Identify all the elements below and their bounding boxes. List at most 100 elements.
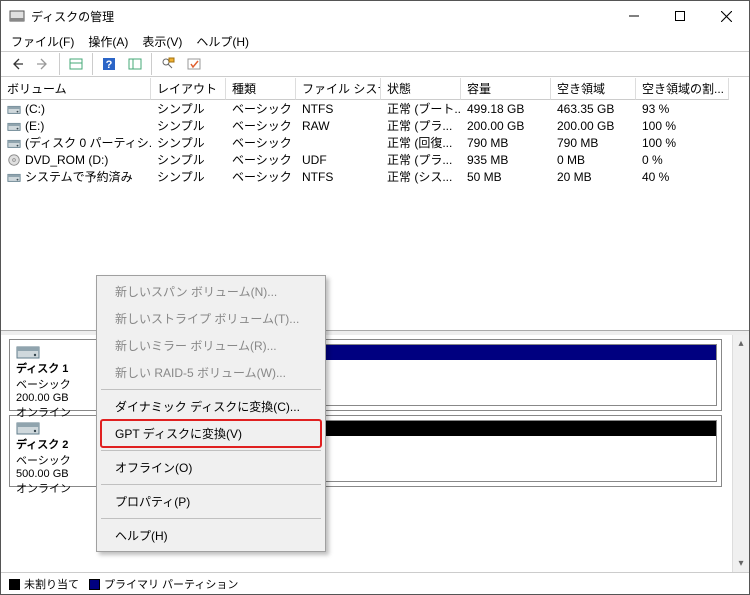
volume-status: 正常 (プラ... — [381, 117, 461, 134]
disk-size: 200.00 GB — [16, 392, 94, 404]
disk-state: オンライン — [16, 480, 94, 496]
volume-fs: RAW — [296, 119, 381, 133]
volume-layout: シンプル — [151, 100, 226, 117]
col-volume[interactable]: ボリューム — [1, 78, 151, 100]
context-menu-item[interactable]: プロパティ(P) — [99, 488, 323, 515]
volume-header: ボリューム レイアウト 種類 ファイル システム 状態 容量 空き領域 空き領域… — [1, 77, 749, 100]
context-menu-item[interactable]: ダイナミック ディスクに変換(C)... — [99, 393, 323, 420]
scroll-down-icon[interactable]: ▾ — [733, 555, 749, 572]
context-menu-item[interactable]: GPT ディスクに変換(V) — [99, 420, 323, 447]
legend-primary: プライマリ パーティション — [89, 576, 238, 592]
menu-separator — [101, 518, 321, 519]
volume-pct: 100 % — [636, 136, 729, 150]
volume-name: (E:) — [25, 119, 44, 133]
volume-status: 正常 (ブート... — [381, 100, 461, 117]
disk-icon — [16, 420, 40, 436]
volume-capacity: 200.00 GB — [461, 119, 551, 133]
volume-status: 正常 (プラ... — [381, 151, 461, 168]
disk-info: ディスク 2ベーシック500.00 GBオンライン — [10, 416, 100, 486]
drive-icon — [7, 136, 21, 150]
context-menu-item: 新しいストライプ ボリューム(T)... — [99, 305, 323, 332]
legend-unalloc: 未割り当て — [9, 576, 79, 592]
volume-status: 正常 (シス... — [381, 168, 461, 185]
svg-text:?: ? — [106, 59, 113, 71]
col-layout[interactable]: レイアウト — [151, 78, 226, 100]
menu-action[interactable]: 操作(A) — [82, 32, 134, 51]
scroll-up-icon[interactable]: ▴ — [733, 335, 749, 352]
volume-layout: シンプル — [151, 151, 226, 168]
volume-free: 790 MB — [551, 136, 636, 150]
context-menu: 新しいスパン ボリューム(N)...新しいストライプ ボリューム(T)... 新し… — [96, 275, 326, 552]
volume-row[interactable]: DVD_ROM (D:)シンプルベーシックUDF正常 (プラ...935 MB0… — [1, 151, 749, 168]
volume-capacity: 935 MB — [461, 153, 551, 167]
col-capacity[interactable]: 容量 — [461, 78, 551, 100]
volume-free: 0 MB — [551, 153, 636, 167]
disk-kind: ベーシック — [16, 452, 94, 468]
view-pane-button[interactable] — [64, 53, 88, 75]
help-button[interactable]: ? — [97, 53, 121, 75]
context-menu-item: 新しい RAID-5 ボリューム(W)... — [99, 359, 323, 386]
context-menu-item: 新しいスパン ボリューム(N)... — [99, 278, 323, 305]
menu-file[interactable]: ファイル(F) — [5, 32, 80, 51]
volume-layout: シンプル — [151, 134, 226, 151]
forward-button[interactable] — [31, 53, 55, 75]
window-controls — [611, 1, 749, 31]
volume-row[interactable]: (C:) シンプルベーシックNTFS正常 (ブート...499.18 GB463.… — [1, 100, 749, 117]
disk-management-window: ディスクの管理 ファイル(F) 操作(A) 表示(V) ヘルプ(H) ? ボリュ… — [0, 0, 750, 595]
volume-type: ベーシック — [226, 117, 296, 134]
toolbar: ? — [1, 51, 749, 77]
volume-type: ベーシック — [226, 151, 296, 168]
close-button[interactable] — [703, 1, 749, 31]
menu-separator — [101, 450, 321, 451]
disk-icon — [16, 344, 40, 360]
minimize-button[interactable] — [611, 1, 657, 31]
back-button[interactable] — [5, 53, 29, 75]
volume-fs: NTFS — [296, 102, 381, 116]
volume-fs: UDF — [296, 153, 381, 167]
volume-name: (ディスク 0 パーティシ... — [25, 134, 151, 151]
legend: 未割り当て プライマリ パーティション — [1, 572, 749, 594]
volume-layout: シンプル — [151, 168, 226, 185]
check-button[interactable] — [182, 53, 206, 75]
menubar: ファイル(F) 操作(A) 表示(V) ヘルプ(H) — [1, 31, 749, 51]
maximize-button[interactable] — [657, 1, 703, 31]
settings-button[interactable] — [156, 53, 180, 75]
disk-size: 500.00 GB — [16, 468, 94, 480]
volume-capacity: 499.18 GB — [461, 102, 551, 116]
col-free[interactable]: 空き領域 — [551, 78, 636, 100]
col-pct[interactable]: 空き領域の割... — [636, 78, 729, 100]
col-status[interactable]: 状態 — [381, 78, 461, 100]
refresh-button[interactable] — [123, 53, 147, 75]
volume-capacity: 790 MB — [461, 136, 551, 150]
volume-status: 正常 (回復... — [381, 134, 461, 151]
volume-type: ベーシック — [226, 134, 296, 151]
drive-icon — [7, 170, 21, 184]
volume-free: 463.35 GB — [551, 102, 636, 116]
col-type[interactable]: 種類 — [226, 78, 296, 100]
context-menu-item[interactable]: ヘルプ(H) — [99, 522, 323, 549]
volume-row[interactable]: (E:)シンプルベーシックRAW正常 (プラ...200.00 GB200.00… — [1, 117, 749, 134]
volume-pct: 93 % — [636, 102, 729, 116]
volume-row[interactable]: システムで予約済みシンプルベーシックNTFS正常 (シス...50 MB20 M… — [1, 168, 749, 185]
disc-icon — [7, 153, 21, 167]
title-text: ディスクの管理 — [31, 8, 611, 25]
volume-layout: シンプル — [151, 117, 226, 134]
disk-name: ディスク 1 — [16, 360, 94, 376]
disk-kind: ベーシック — [16, 376, 94, 392]
volume-free: 20 MB — [551, 170, 636, 184]
volume-capacity: 50 MB — [461, 170, 551, 184]
menu-separator — [101, 484, 321, 485]
volume-type: ベーシック — [226, 100, 296, 117]
volume-name: (C:) — [25, 102, 45, 116]
scrollbar[interactable]: ▴ ▾ — [732, 335, 749, 572]
disk-name: ディスク 2 — [16, 436, 94, 452]
menu-view[interactable]: 表示(V) — [136, 32, 188, 51]
volume-row[interactable]: (ディスク 0 パーティシ...シンプルベーシック正常 (回復...790 MB… — [1, 134, 749, 151]
volume-pct: 100 % — [636, 119, 729, 133]
drive-icon — [7, 102, 21, 116]
volume-type: ベーシック — [226, 168, 296, 185]
context-menu-item[interactable]: オフライン(O) — [99, 454, 323, 481]
titlebar: ディスクの管理 — [1, 1, 749, 31]
menu-help[interactable]: ヘルプ(H) — [190, 32, 255, 51]
col-fs[interactable]: ファイル システム — [296, 78, 381, 100]
